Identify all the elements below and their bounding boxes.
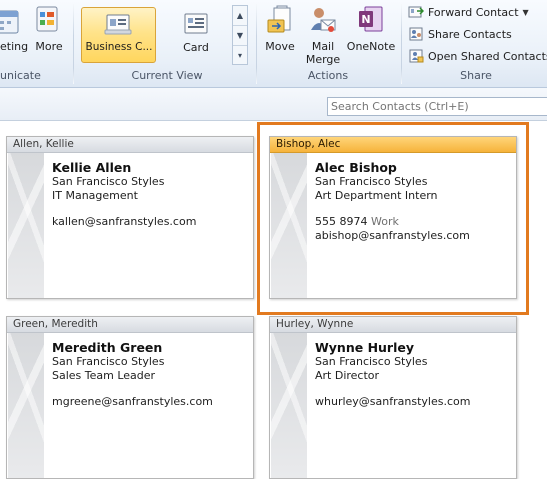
more-button-label[interactable]: More — [33, 40, 65, 53]
card-decoration — [8, 333, 44, 478]
group-separator — [256, 4, 257, 84]
open-shared-contacts-icon — [408, 48, 424, 64]
forward-contact-label: Forward Contact — [428, 5, 519, 19]
card-header: Allen, Kellie — [7, 137, 253, 153]
actions-group-label: Actions — [307, 69, 349, 82]
current-view-group-label: Current View — [131, 69, 203, 82]
card-header: Hurley, Wynne — [270, 317, 516, 333]
card-title: Art Director — [315, 368, 380, 382]
more-icon[interactable] — [35, 4, 61, 36]
gallery-up-icon[interactable]: ▲ — [233, 6, 247, 26]
share-contacts-label: Share Contacts — [428, 27, 512, 41]
move-button-label[interactable]: Move — [263, 40, 297, 53]
card-title: Sales Team Leader — [52, 368, 156, 382]
business-card-icon — [104, 13, 132, 37]
view-gallery-scroll[interactable]: ▲ ▼ ▾ — [232, 5, 248, 65]
ribbon: eting More unicate Business C... Card ▲ … — [0, 0, 547, 88]
forward-contact-icon — [408, 4, 425, 20]
share-contacts-button[interactable]: Share Contacts — [408, 25, 512, 43]
card-view-label[interactable]: Card — [177, 41, 215, 54]
meeting-button-label[interactable]: eting — [0, 40, 28, 53]
card-header: Green, Meredith — [7, 317, 253, 333]
business-card-label: Business C... — [85, 41, 153, 53]
contact-card-allen[interactable]: Allen, Kellie Kellie Allen San Francisco… — [6, 136, 254, 299]
move-icon[interactable] — [266, 4, 296, 36]
card-decoration — [271, 333, 307, 478]
svg-text:N: N — [361, 13, 370, 26]
share-contacts-icon — [408, 26, 424, 42]
card-title: IT Management — [52, 188, 138, 202]
communicate-group-label: unicate — [0, 69, 41, 82]
card-email: mgreene@sanfranstyles.com — [52, 395, 213, 408]
share-group-label: Share — [460, 69, 492, 82]
card-decoration — [8, 153, 44, 298]
search-input[interactable] — [327, 97, 547, 116]
card-name: Wynne Hurley — [315, 340, 414, 355]
group-separator — [73, 4, 74, 84]
open-shared-contacts-label: Open Shared Contacts — [428, 49, 547, 63]
card-email: whurley@sanfranstyles.com — [315, 395, 471, 408]
onenote-button-label[interactable]: OneNote — [343, 40, 399, 53]
gallery-down-icon[interactable]: ▼ — [233, 26, 247, 46]
group-separator — [401, 4, 402, 84]
selection-highlight-frame — [257, 122, 529, 315]
forward-contact-button[interactable]: Forward Contact ▼ — [408, 3, 529, 21]
meeting-icon — [0, 8, 24, 36]
card-name: Kellie Allen — [52, 160, 132, 175]
card-view-icon[interactable] — [182, 12, 210, 36]
gallery-more-icon[interactable]: ▾ — [233, 46, 247, 65]
card-email: kallen@sanfranstyles.com — [52, 215, 197, 228]
card-company: San Francisco Styles — [315, 355, 428, 368]
card-company: San Francisco Styles — [52, 175, 165, 188]
mail-merge-icon[interactable] — [307, 4, 337, 36]
card-name: Meredith Green — [52, 340, 163, 355]
open-shared-contacts-button[interactable]: Open Shared Contacts — [408, 47, 547, 65]
contact-card-hurley[interactable]: Hurley, Wynne Wynne Hurley San Francisco… — [269, 316, 517, 479]
mail-merge-label-2[interactable]: Merge — [302, 53, 344, 66]
forward-contact-dropdown-icon[interactable]: ▼ — [523, 8, 529, 17]
onenote-icon[interactable]: N — [356, 4, 386, 36]
contact-card-green[interactable]: Green, Meredith Meredith Green San Franc… — [6, 316, 254, 479]
mail-merge-label-1[interactable]: Mail — [305, 40, 341, 53]
card-company: San Francisco Styles — [52, 355, 165, 368]
